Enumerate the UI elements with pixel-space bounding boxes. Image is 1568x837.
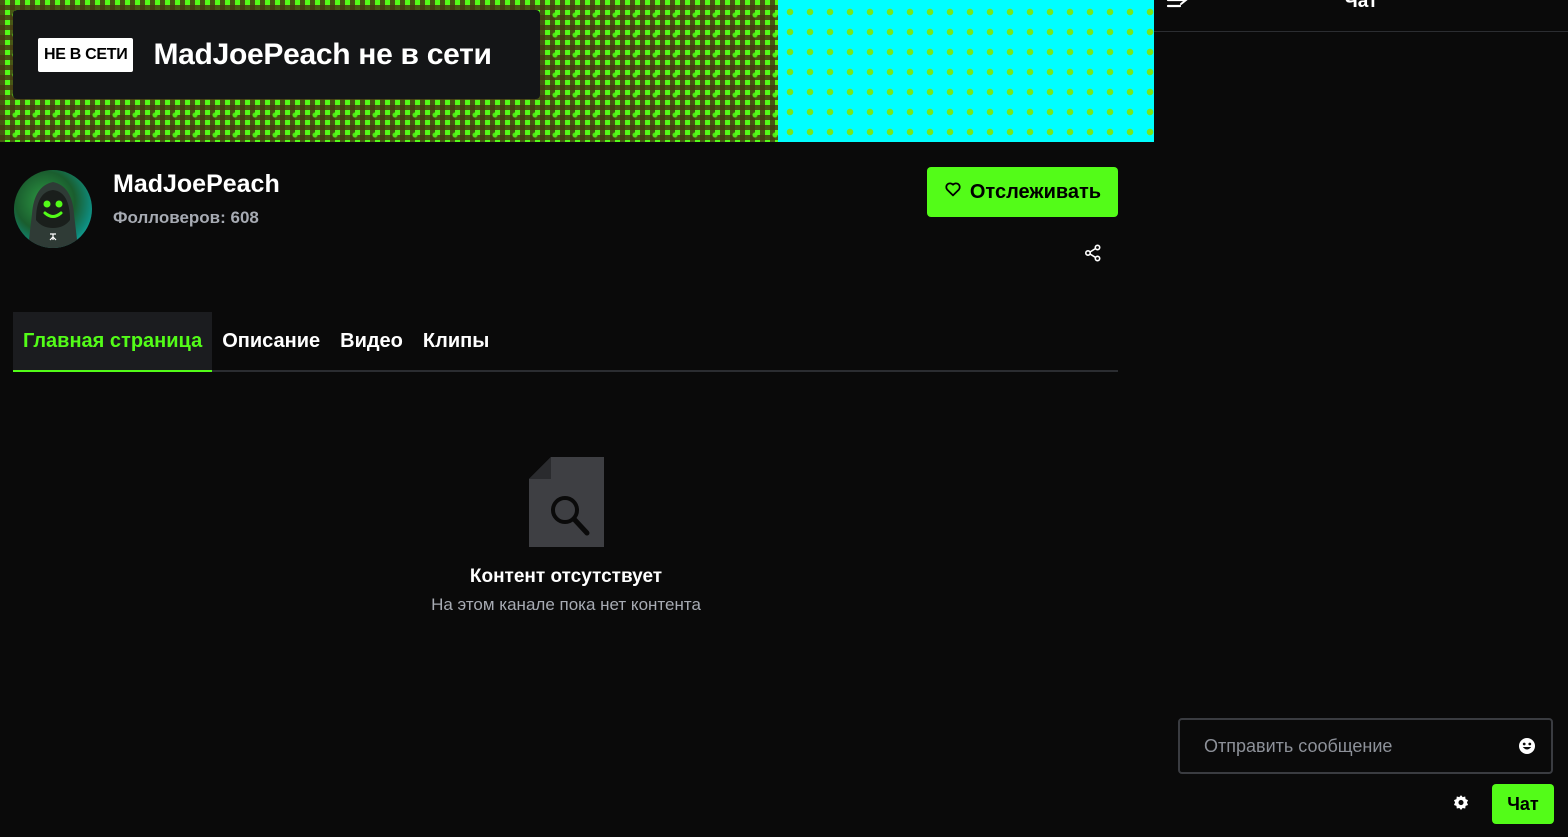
chat-send-button[interactable]: Чат: [1492, 784, 1554, 824]
banner-pattern-right: [778, 0, 1154, 142]
tab-videos[interactable]: Видео: [330, 312, 413, 370]
document-search-icon: [529, 457, 604, 547]
chat-panel: Чат Чат: [1154, 0, 1568, 837]
tab-clips[interactable]: Клипы: [413, 312, 499, 370]
chat-input-box[interactable]: [1178, 718, 1553, 774]
tab-about[interactable]: Описание: [212, 312, 330, 370]
channel-page: НЕ В СЕТИ MadJoePeach не в сети MadJoePe…: [0, 0, 1568, 837]
chat-message-input[interactable]: [1204, 735, 1517, 757]
empty-state-subtitle: На этом канале пока нет контента: [431, 595, 701, 614]
offline-panel: НЕ В СЕТИ MadJoePeach не в сети: [13, 10, 540, 99]
tab-home[interactable]: Главная страница: [13, 312, 213, 372]
channel-name: MadJoePeach: [113, 170, 280, 198]
emoji-icon[interactable]: [1517, 736, 1537, 756]
empty-state-title: Контент отсутствует: [469, 566, 663, 587]
gear-icon[interactable]: [1452, 794, 1472, 814]
offline-badge: НЕ В СЕТИ: [38, 37, 134, 72]
share-icon: [1084, 243, 1102, 267]
follow-button-label: Отслеживать: [969, 180, 1102, 203]
share-button[interactable]: [1080, 242, 1106, 268]
channel-tabs: Главная страница Описание Видео Клипы: [13, 312, 1118, 372]
chat-header: Чат: [1154, 0, 1568, 32]
chat-title: Чат: [1344, 0, 1378, 12]
offline-title: MadJoePeach не в сети: [153, 37, 492, 71]
follower-count: Фолловеров: 608: [113, 208, 259, 227]
avatar[interactable]: [14, 170, 92, 248]
heart-icon: [944, 180, 962, 204]
offline-banner: НЕ В СЕТИ MadJoePeach не в сети: [0, 0, 1154, 142]
follow-button[interactable]: Отслеживать: [927, 167, 1118, 217]
